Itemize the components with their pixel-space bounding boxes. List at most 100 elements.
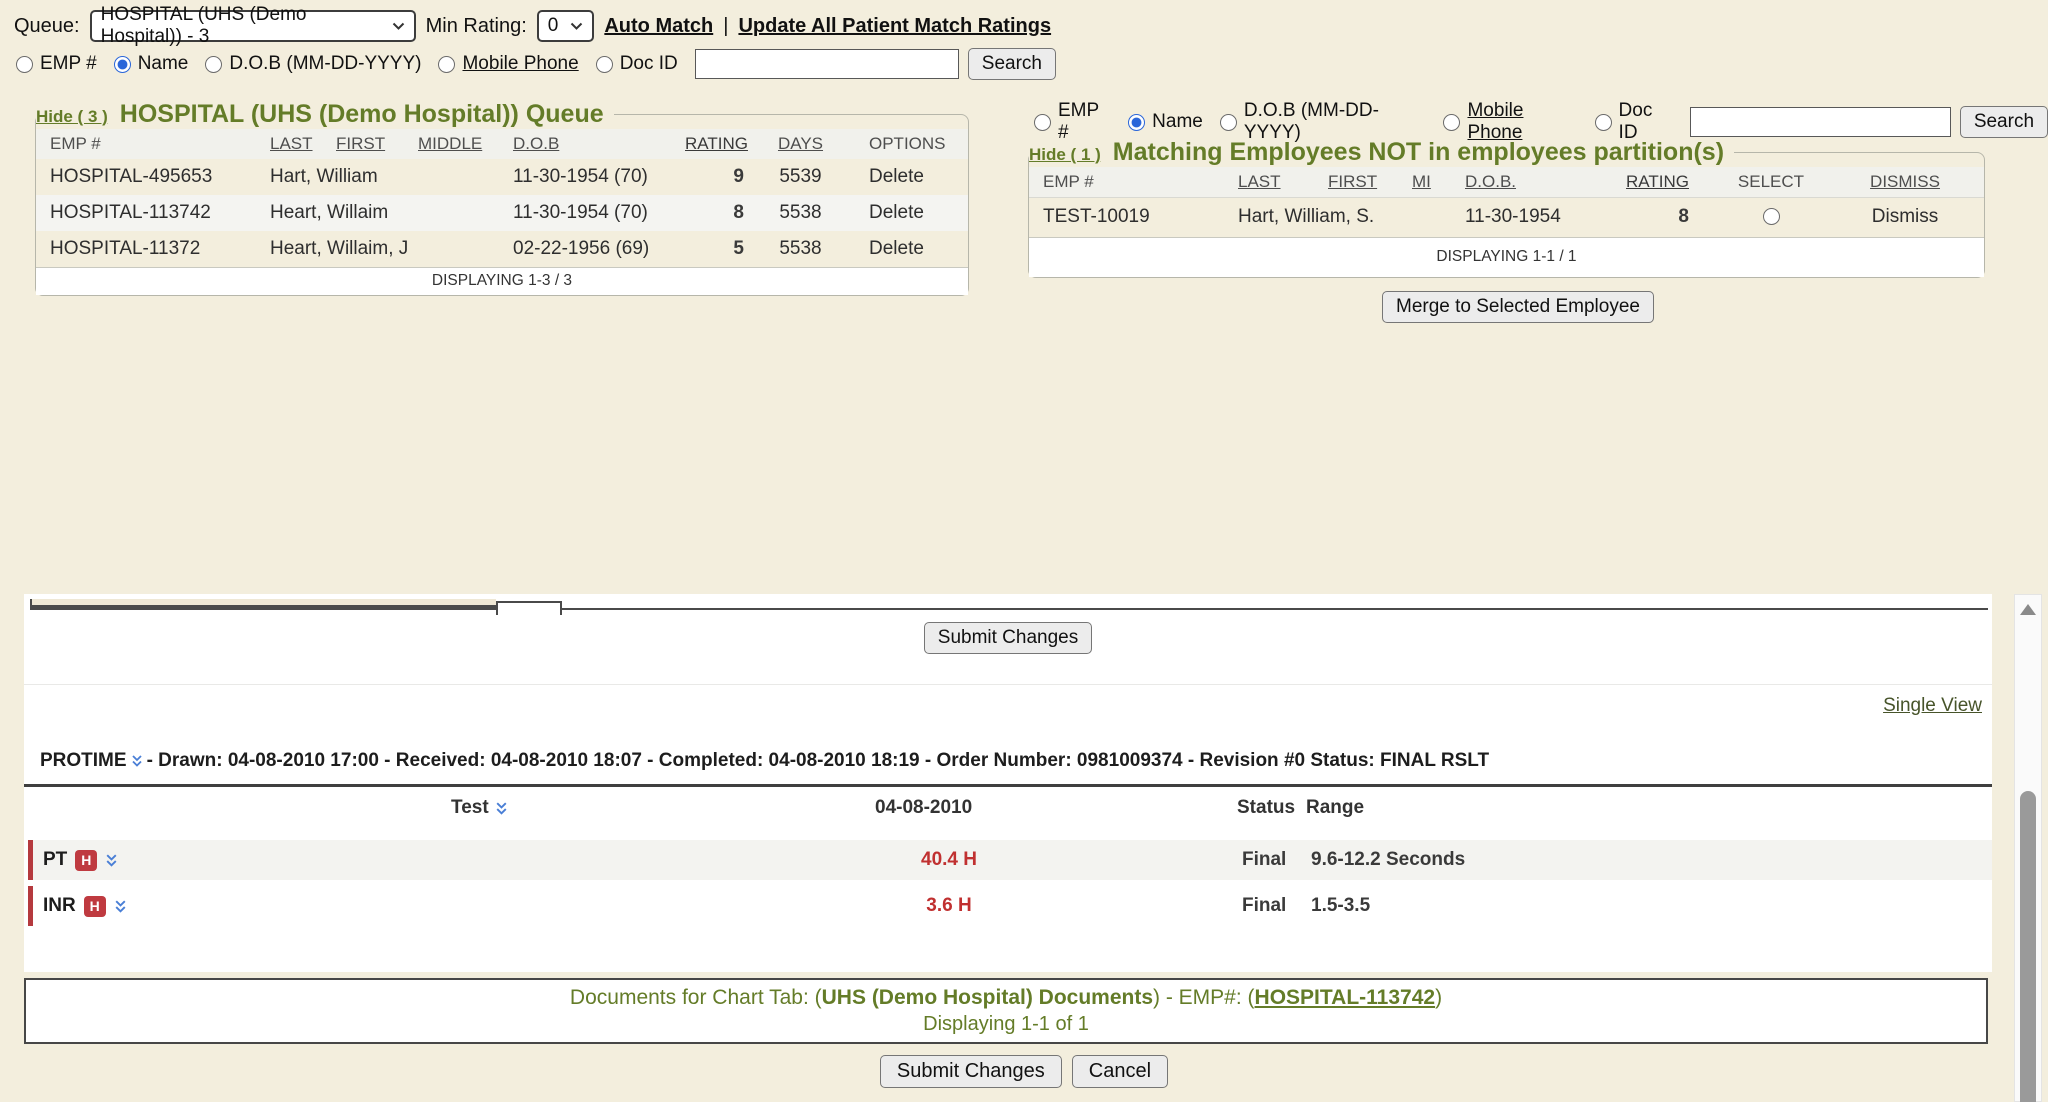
search-input[interactable] — [695, 49, 959, 79]
queue-label: Queue: — [14, 15, 80, 38]
col-first[interactable]: FIRST — [1314, 167, 1398, 197]
horizontal-scrollbar-thumb[interactable] — [496, 601, 562, 615]
col-first[interactable]: FIRST — [322, 129, 404, 159]
horizontal-scrollbar-track[interactable] — [30, 599, 496, 608]
col-middle[interactable]: MIDDLE — [404, 129, 499, 159]
col-rating[interactable]: RATING — [1626, 167, 1716, 197]
queue-select[interactable]: HOSPITAL (UHS (Demo Hospital)) - 3 — [90, 10, 416, 42]
radio-checked-icon — [1128, 114, 1145, 131]
result-value: 3.6 H — [889, 886, 1009, 926]
lab-result-row: INR H 3.6 H Final 1.5-3.5 — [28, 886, 1992, 926]
col-rating[interactable]: RATING — [685, 129, 758, 159]
col-emp: EMP # — [36, 129, 256, 159]
emp-number: TEST-10019 — [1029, 197, 1224, 237]
queue-search-form: EMP # Name D.O.B (MM-DD-YYYY) Mobile Pho… — [16, 48, 1056, 80]
emp-number: HOSPITAL-495653 — [36, 159, 256, 195]
lab-result-row: PT H 40.4 H Final 9.6-12.2 Seconds — [28, 840, 1992, 880]
dropdown-arrow-icon — [570, 22, 583, 31]
radio-mobile-phone[interactable]: Mobile Phone — [438, 53, 578, 75]
delete-link[interactable]: Delete — [843, 195, 968, 231]
col-dob[interactable]: D.O.B — [499, 129, 685, 159]
queue-row: HOSPITAL-495653 Hart, William 11-30-1954… — [36, 159, 968, 195]
documents-bar: Documents for Chart Tab: (UHS (Demo Hosp… — [24, 978, 1988, 1044]
col-mi[interactable]: MI — [1398, 167, 1451, 197]
chevron-double-down-icon[interactable] — [105, 853, 118, 868]
chevron-double-down-icon[interactable] — [114, 899, 127, 914]
dob-value: 11-30-1954 (70) — [499, 159, 685, 195]
col-last[interactable]: LAST — [1224, 167, 1314, 197]
paging-status: DISPLAYING 1-1 / 1 — [1029, 237, 1984, 277]
chevron-double-down-icon[interactable] — [131, 754, 143, 768]
min-rating-label: Min Rating: — [426, 15, 527, 38]
hide-matches-link[interactable]: Hide ( 1 ) — [1029, 145, 1101, 165]
scrollbar-thumb[interactable] — [2020, 791, 2036, 1102]
search-button[interactable]: Search — [968, 48, 1056, 80]
col-last[interactable]: LAST — [256, 129, 322, 159]
results-panel: Submit Changes Single View PROTIME - Dra… — [24, 594, 1992, 972]
radio-name[interactable]: Name — [1128, 111, 1203, 133]
employee-name: Hart, William, S. — [1224, 197, 1451, 237]
high-flag-badge: H — [75, 850, 97, 871]
merge-to-selected-button[interactable]: Merge to Selected Employee — [1382, 291, 1654, 323]
days-value: 5538 — [758, 231, 843, 267]
radio-emp-number[interactable]: EMP # — [16, 53, 97, 75]
delete-link[interactable]: Delete — [843, 159, 968, 195]
results-table-header: Test 04-08-2010 Status Range — [24, 797, 1992, 827]
select-employee-radio[interactable] — [1763, 208, 1780, 225]
col-emp: EMP # — [1029, 167, 1224, 197]
dismiss-link[interactable]: Dismiss — [1826, 197, 1984, 237]
col-dob[interactable]: D.O.B. — [1451, 167, 1626, 197]
documents-collection: UHS (Demo Hospital) Documents — [822, 986, 1153, 1009]
documents-paging: Displaying 1-1 of 1 — [26, 1013, 1986, 1036]
scroll-up-arrow-icon[interactable] — [2020, 604, 2036, 615]
rating-value: 8 — [685, 195, 758, 231]
emp-number: HOSPITAL-11372 — [36, 231, 256, 267]
employee-name: Heart, Willaim — [256, 195, 499, 231]
queue-panel-title: HOSPITAL (UHS (Demo Hospital)) Queue — [120, 100, 604, 129]
search-button[interactable]: Search — [1960, 106, 2048, 138]
radio-checked-icon — [114, 56, 131, 73]
queue-row: HOSPITAL-11372 Heart, Willaim, J 02-22-1… — [36, 231, 968, 267]
emp-number-link[interactable]: HOSPITAL-113742 — [1255, 986, 1436, 1009]
single-view-link[interactable]: Single View — [1883, 695, 1982, 717]
matching-employees-panel: Hide ( 1 ) Matching Employees NOT in emp… — [1028, 138, 1985, 278]
submit-changes-button[interactable]: Submit Changes — [924, 622, 1092, 654]
match-row: TEST-10019 Hart, William, S. 11-30-1954 … — [1029, 197, 1984, 237]
update-all-ratings-link[interactable]: Update All Patient Match Ratings — [738, 15, 1051, 38]
frame-divider-line — [30, 608, 1988, 610]
rating-value: 5 — [685, 231, 758, 267]
rating-value: 9 — [685, 159, 758, 195]
days-value: 5538 — [758, 195, 843, 231]
match-panel-title: Matching Employees NOT in employees part… — [1113, 138, 1724, 167]
queue-toolbar: Queue: HOSPITAL (UHS (Demo Hospital)) - … — [14, 10, 1051, 42]
min-rating-select[interactable]: 0 — [537, 10, 595, 42]
dob-value: 11-30-1954 — [1451, 197, 1626, 237]
paging-status: DISPLAYING 1-3 / 3 — [36, 267, 968, 295]
radio-doc-id[interactable]: Doc ID — [596, 53, 678, 75]
radio-circle-icon — [1220, 114, 1237, 131]
search-input[interactable] — [1690, 107, 1951, 137]
delete-link[interactable]: Delete — [843, 231, 968, 267]
dropdown-arrow-icon — [392, 22, 405, 31]
col-dismiss[interactable]: DISMISS — [1826, 167, 1984, 197]
radio-circle-icon — [16, 56, 33, 73]
radio-name[interactable]: Name — [114, 53, 189, 75]
cancel-button[interactable]: Cancel — [1072, 1055, 1168, 1088]
order-header: PROTIME - Drawn: 04-08-2010 17:00 - Rece… — [40, 750, 1489, 772]
dob-value: 11-30-1954 (70) — [499, 195, 685, 231]
submit-changes-button[interactable]: Submit Changes — [880, 1055, 1062, 1088]
order-details: - Drawn: 04-08-2010 17:00 - Received: 04… — [147, 750, 1490, 772]
col-days[interactable]: DAYS — [758, 129, 843, 159]
radio-dob[interactable]: D.O.B (MM-DD-YYYY) — [205, 53, 421, 75]
vertical-scrollbar[interactable] — [2014, 594, 2042, 1102]
range-column-header: Range — [1306, 797, 1364, 819]
auto-match-link[interactable]: Auto Match — [604, 15, 713, 38]
status-column-header: Status — [1237, 797, 1295, 819]
rating-value: 8 — [1626, 197, 1716, 237]
result-range: 9.6-12.2 Seconds — [1311, 840, 1465, 880]
days-value: 5539 — [758, 159, 843, 195]
footer-actions: Submit Changes Cancel — [0, 1055, 2048, 1088]
high-flag-badge: H — [84, 896, 106, 917]
chevron-double-down-icon[interactable] — [495, 801, 508, 816]
hide-queue-link[interactable]: Hide ( 3 ) — [36, 107, 108, 127]
